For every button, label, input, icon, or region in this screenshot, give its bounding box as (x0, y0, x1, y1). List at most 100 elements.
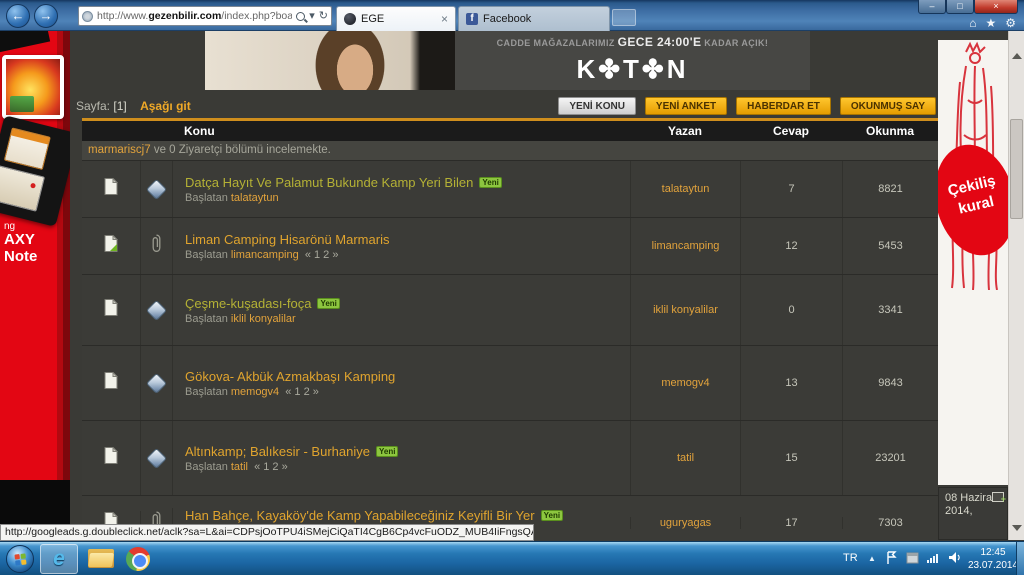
language-indicator[interactable]: TR (843, 552, 858, 564)
minimize-button[interactable]: – (918, 0, 946, 14)
speaker-icon[interactable] (948, 551, 961, 569)
tab-facebook[interactable]: f Facebook (458, 6, 610, 31)
new-poll-button[interactable]: YENİ ANKET (645, 97, 727, 115)
topic-page-links[interactable]: « 1 2 » (285, 386, 319, 398)
left-banner-ad[interactable]: ng AXY Note (0, 31, 70, 540)
topic-view-count: 7303 (842, 517, 938, 529)
topic-view-count: 23201 (842, 421, 938, 495)
topic-view-count: 3341 (842, 275, 938, 345)
chevron-down-icon[interactable]: ▾ (309, 7, 315, 25)
notify-button[interactable]: HABERDAR ET (736, 97, 831, 115)
tray-expand-icon[interactable]: ▲ (868, 554, 876, 563)
topic-page-links[interactable]: « 1 2 » (305, 249, 339, 261)
page-number[interactable]: [1] (113, 99, 126, 113)
topic-table: Konu Yazan Cevap Okunma marmariscj7 ve 0… (82, 118, 938, 540)
header-yazan[interactable]: Yazan (630, 124, 740, 138)
topic-title-link[interactable]: Datça Hayıt Ve Palamut Bukunde Kamp Yeri… (185, 175, 473, 190)
topic-starter-line: Başlatan memogv4 « 1 2 » (185, 386, 319, 398)
topic-author-link[interactable]: memogv4 (661, 377, 709, 389)
topic-file-icon (104, 447, 118, 469)
topic-reply-count: 7 (740, 161, 842, 217)
tablet-shadow (0, 31, 50, 56)
maximize-button[interactable]: □ (946, 0, 974, 14)
taskbar-chrome-button[interactable] (126, 547, 150, 571)
topic-author-link[interactable]: limancamping (652, 240, 720, 252)
new-topic-button[interactable]: YENİ KONU (558, 97, 636, 115)
action-center-flag-icon[interactable] (886, 551, 897, 570)
table-row: Altınkamp; Balıkesir - Burhaniye Yeni Ba… (82, 420, 938, 495)
viewing-user-link[interactable]: marmariscj7 (88, 144, 151, 156)
mark-read-button[interactable]: OKUNMUŞ SAY (840, 97, 936, 115)
topic-file-icon (104, 235, 118, 257)
network-signal-icon[interactable] (927, 554, 938, 563)
topic-starter-line: Başlatan iklil konyalilar (185, 313, 299, 325)
topic-author-link[interactable]: talataytun (662, 183, 710, 195)
topic-title-link[interactable]: Çeşme-kuşadası-foça (185, 296, 311, 311)
topic-page-links[interactable]: « 1 2 » (254, 461, 288, 473)
last-post-date-box: 08 Haziran 2014, (938, 487, 1008, 540)
topic-list: Datça Hayıt Ve Palamut Bukunde Kamp Yeri… (82, 160, 938, 540)
topic-reply-count: 13 (740, 346, 842, 420)
scroll-down-icon[interactable] (1012, 525, 1022, 531)
refresh-icon[interactable]: ↻ (319, 7, 328, 25)
search-icon[interactable] (296, 12, 305, 21)
topic-author-link[interactable]: tatil (677, 452, 694, 464)
forum-page: CADDE MAĞAZALARIMIZ GECE 24:00'E KADAR A… (70, 31, 938, 540)
tray-window-icon[interactable] (906, 551, 919, 569)
scroll-up-icon[interactable] (1012, 53, 1022, 59)
open-window-icon[interactable] (992, 492, 1004, 502)
vertical-scrollbar[interactable] (1008, 31, 1024, 540)
table-header-row: Konu Yazan Cevap Okunma (82, 121, 938, 141)
right-banner-ad[interactable]: Çekiliş kural (938, 40, 1008, 485)
topic-reply-count: 0 (740, 275, 842, 345)
taskbar-ie-button[interactable]: e (40, 544, 78, 574)
topic-author-link[interactable]: uguryagas (660, 517, 711, 529)
forward-button[interactable]: → (34, 4, 58, 28)
topic-starter-link[interactable]: tatil (231, 461, 248, 473)
address-bar[interactable]: http://www.gezenbilir.com/index.php?boar… (78, 6, 332, 26)
topic-diamond-icon (146, 447, 167, 468)
topic-author-link[interactable]: iklil konyalilar (653, 304, 718, 316)
tab-ege[interactable]: EGE × (336, 6, 456, 31)
home-icon[interactable]: ⌂ (969, 16, 976, 30)
taskbar: e TR ▲ 12:45 23.07.2014 (0, 541, 1024, 575)
favorites-star-icon[interactable]: ★ (985, 16, 996, 30)
start-button[interactable] (6, 545, 34, 573)
close-tab-icon[interactable]: × (433, 12, 448, 26)
scrollbar-thumb[interactable] (1010, 119, 1023, 219)
table-row: Çeşme-kuşadası-foça Yeni Başlatan iklil … (82, 274, 938, 345)
pagination: Sayfa: [1] Aşağı git (76, 99, 191, 113)
banner-photo (205, 31, 455, 90)
show-desktop-button[interactable] (1016, 542, 1024, 575)
header-konu[interactable]: Konu (172, 124, 630, 138)
topic-starter-link[interactable]: talataytun (231, 192, 279, 204)
header-cevap[interactable]: Cevap (740, 124, 842, 138)
topic-starter-link[interactable]: iklil konyalilar (231, 313, 296, 325)
topic-title-link[interactable]: Han Bahçe, Kayaköy'de Kamp Yapabileceğin… (185, 508, 535, 523)
tab-label: Facebook (483, 13, 531, 25)
topic-starter-link[interactable]: limancamping (231, 249, 299, 261)
address-url[interactable]: http://www.gezenbilir.com/index.php?boar… (97, 10, 292, 22)
topic-reply-count: 15 (740, 421, 842, 495)
go-down-link[interactable]: Aşağı git (140, 99, 191, 113)
taskbar-explorer-button[interactable] (88, 549, 114, 568)
tab-favicon-icon (344, 13, 356, 25)
screen: ← → http://www.gezenbilir.com/index.php?… (0, 0, 1024, 575)
topic-title-link[interactable]: Liman Camping Hisarönü Marmaris (185, 232, 389, 247)
facebook-icon: f (466, 13, 478, 25)
new-tab-button[interactable] (612, 9, 636, 26)
topic-reply-count: 17 (740, 517, 842, 529)
topic-title-link[interactable]: Gökova- Akbük Azmakbaşı Kamping (185, 369, 395, 384)
new-badge: Yeni (479, 177, 501, 188)
header-okunma[interactable]: Okunma (842, 124, 938, 138)
windows-logo-icon (14, 553, 26, 565)
viewing-notice: marmariscj7 ve 0 Ziyaretçi bölümü incele… (82, 141, 938, 160)
close-button[interactable]: × (974, 0, 1018, 14)
gear-icon[interactable]: ⚙ (1005, 16, 1016, 30)
koton-logo: K✤T✤N (455, 54, 810, 85)
back-button[interactable]: ← (6, 4, 30, 28)
taskbar-clock[interactable]: 12:45 23.07.2014 (964, 546, 1022, 572)
top-banner-ad[interactable]: CADDE MAĞAZALARIMIZ GECE 24:00'E KADAR A… (205, 31, 810, 90)
topic-title-link[interactable]: Altınkamp; Balıkesir - Burhaniye (185, 444, 370, 459)
topic-starter-link[interactable]: memogv4 (231, 386, 279, 398)
